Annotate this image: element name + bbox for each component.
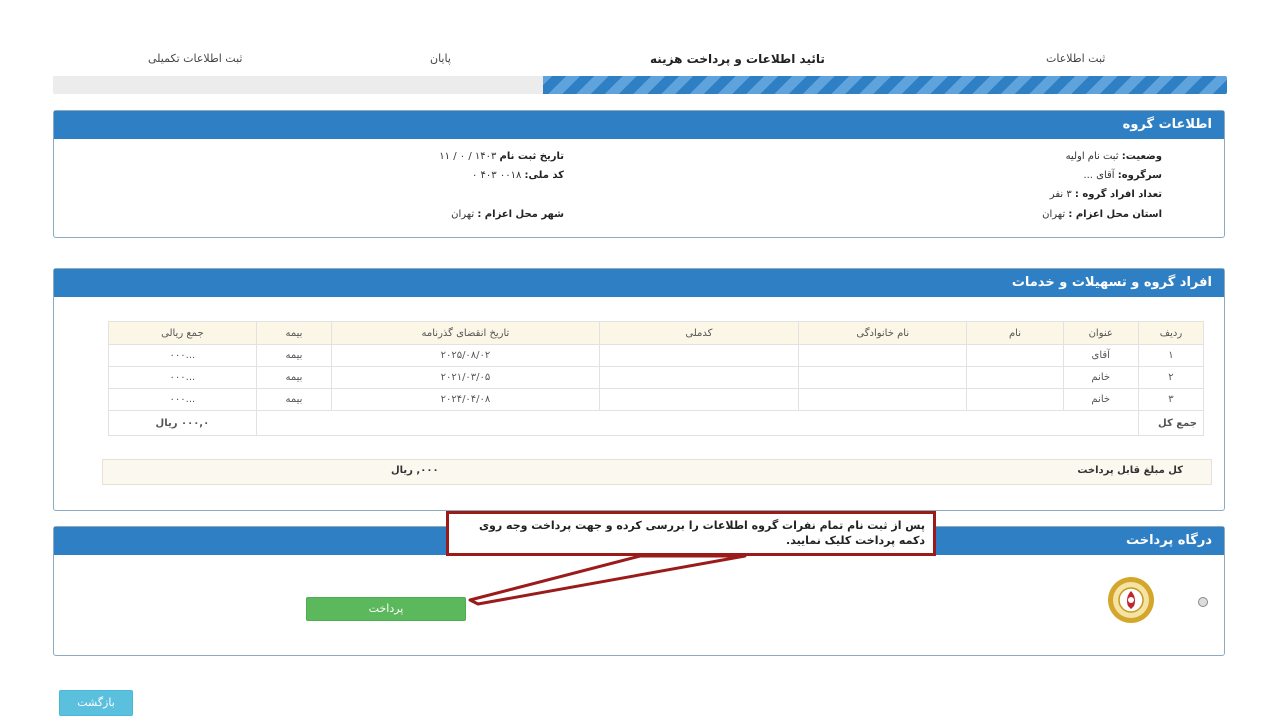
back-button[interactable]: بازگشت — [59, 690, 133, 716]
callout-arrow-icon — [468, 554, 747, 606]
